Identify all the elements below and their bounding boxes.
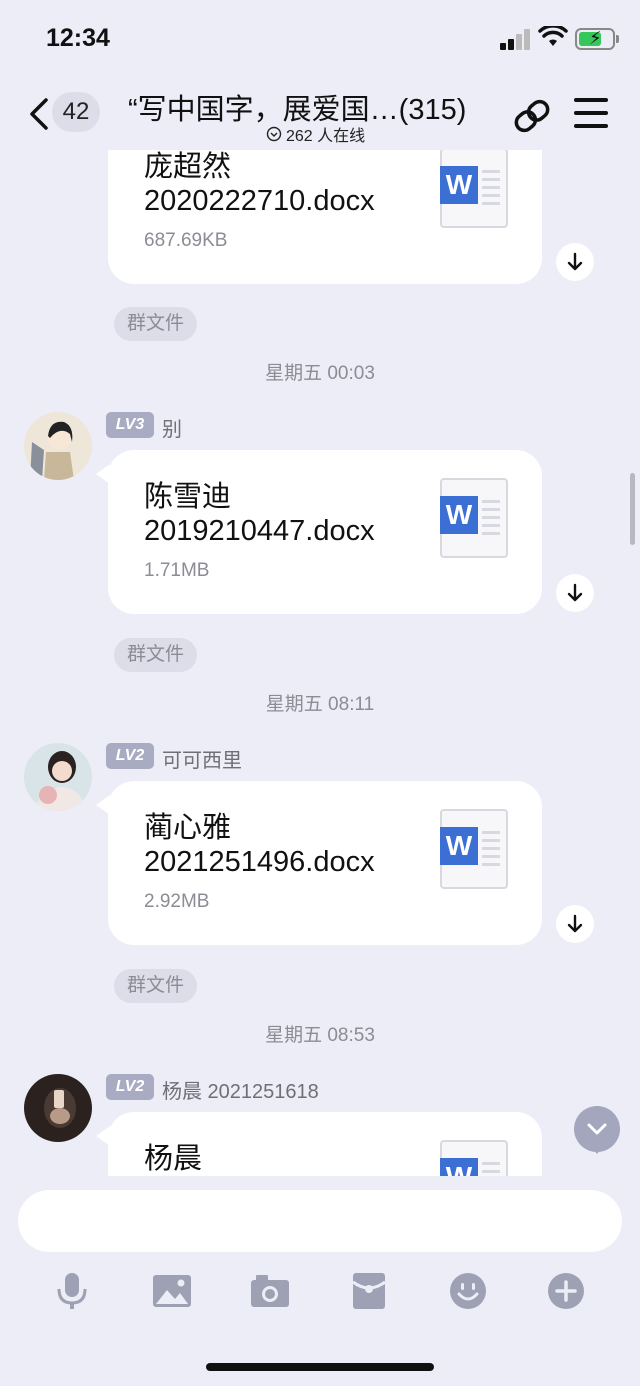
avatar[interactable] (24, 412, 92, 480)
svg-text:W: W (446, 1161, 473, 1176)
level-badge: LV2 (106, 1074, 154, 1100)
group-file-tag[interactable]: 群文件 (114, 307, 198, 341)
download-arrow-icon (567, 583, 583, 602)
bubble-tail (96, 1126, 110, 1146)
home-indicator (206, 1363, 434, 1371)
camera-icon (251, 1275, 289, 1307)
file-size: 1.71MB (144, 560, 210, 581)
scroll-to-bottom-button[interactable] (574, 1106, 620, 1154)
link-icon[interactable] (510, 94, 554, 138)
chat-header: 42 “写中国字，展爱国…(315) 262 人在线 (0, 70, 640, 150)
file-message[interactable]: 蔺心雅 2021251496.docx 2.92MB W (96, 781, 542, 945)
online-status[interactable]: 262 人在线 (266, 122, 365, 146)
word-document-icon: W (440, 478, 508, 558)
word-document-icon: W (440, 150, 508, 228)
sender-name[interactable]: 可可西里 (162, 744, 242, 773)
status-time: 12:34 (46, 24, 110, 52)
download-button[interactable] (556, 905, 594, 943)
bubble-tail (96, 464, 110, 484)
svg-text:W: W (446, 830, 473, 861)
bubble-tail (96, 795, 110, 815)
avatar[interactable] (24, 1074, 92, 1142)
unread-count-badge[interactable]: 42 (52, 92, 100, 132)
avatar[interactable] (24, 743, 92, 811)
menu-icon[interactable] (574, 98, 608, 128)
composer (0, 1176, 640, 1386)
avatar-illustration (24, 412, 92, 480)
image-icon (153, 1275, 191, 1307)
photo-button[interactable] (150, 1269, 194, 1313)
voice-button[interactable] (50, 1269, 94, 1313)
message-list[interactable]: 庞超然 2020222710.docx 687.69KB W 群文件 星期五 0… (0, 150, 640, 1176)
timestamp: 星期五 08:11 (265, 694, 375, 715)
svg-text:W: W (446, 169, 473, 200)
sender-name[interactable]: 别 (162, 413, 182, 442)
battery-icon: ⚡ (575, 28, 615, 50)
file-name: 陈雪迪 2019210447.docx (144, 481, 375, 547)
file-message[interactable]: 庞超然 2020222710.docx 687.69KB W (108, 150, 542, 284)
file-size: 2.92MB (144, 891, 210, 912)
chevron-circle-down-icon (266, 126, 282, 142)
status-bar: 12:34 ⚡ (0, 0, 640, 70)
timestamp: 星期五 08:53 (265, 1025, 375, 1046)
svg-text:W: W (446, 499, 473, 530)
file-name: 庞超然 2020222710.docx (144, 151, 375, 217)
level-badge: LV3 (106, 412, 154, 438)
camera-button[interactable] (248, 1269, 292, 1313)
word-document-icon: W (440, 809, 508, 889)
plus-icon (548, 1273, 584, 1309)
microphone-icon (57, 1273, 87, 1309)
avatar-photo (24, 743, 92, 811)
file-message[interactable]: 陈雪迪 2019210447.docx 1.71MB W (96, 450, 542, 614)
red-packet-icon (352, 1273, 386, 1309)
file-size: 687.69KB (144, 230, 228, 251)
timestamp: 星期五 00:03 (265, 363, 375, 384)
file-name: 杨晨 (144, 1143, 203, 1175)
message-input[interactable] (18, 1190, 622, 1252)
file-name: 蔺心雅 2021251496.docx (144, 812, 375, 878)
download-button[interactable] (556, 243, 594, 281)
cellular-signal-icon (500, 28, 532, 50)
avatar-photo (24, 1074, 92, 1142)
word-document-icon: W (440, 1140, 508, 1176)
wifi-icon (538, 26, 568, 46)
group-file-tag[interactable]: 群文件 (114, 638, 198, 672)
online-count: 262 人在线 (286, 128, 366, 145)
battery-tip (616, 35, 619, 43)
level-badge: LV2 (106, 743, 154, 769)
emoji-button[interactable] (446, 1269, 490, 1313)
more-button[interactable] (544, 1269, 588, 1313)
sender-name[interactable]: 杨晨 2021251618 (162, 1075, 319, 1104)
download-arrow-icon (567, 914, 583, 933)
scrollbar[interactable] (630, 473, 635, 545)
emoji-icon (450, 1273, 486, 1309)
download-arrow-icon (567, 252, 583, 271)
file-message[interactable]: 杨晨 W (96, 1112, 542, 1176)
download-button[interactable] (556, 574, 594, 612)
group-file-tag[interactable]: 群文件 (114, 969, 198, 1003)
red-packet-button[interactable] (347, 1269, 391, 1313)
